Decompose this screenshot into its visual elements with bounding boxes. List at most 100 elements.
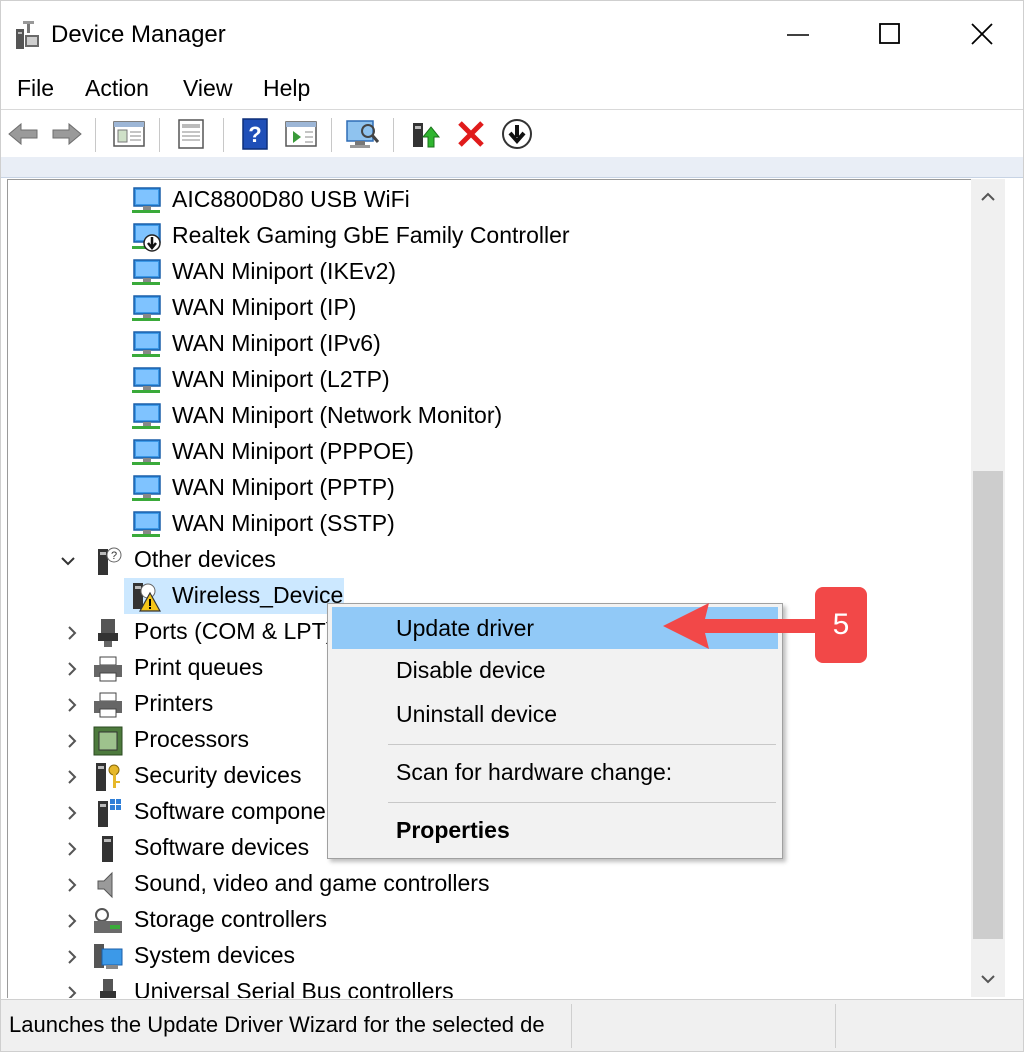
chevron-right-icon[interactable] [62, 729, 82, 753]
printer-icon [94, 692, 122, 718]
tree-category-label: Software devices [134, 834, 310, 860]
tree-item-label: WAN Miniport (SSTP) [172, 510, 395, 536]
menu-separator [388, 802, 776, 803]
toolbar-separator [223, 118, 224, 152]
tree-item-label: WAN Miniport (L2TP) [172, 366, 390, 392]
chevron-right-icon[interactable] [62, 621, 82, 645]
menu-item-label: Uninstall device [396, 701, 558, 727]
close-icon [971, 23, 993, 45]
tree-item-label: Realtek Gaming GbE Family Controller [172, 222, 570, 248]
status-divider [835, 1004, 836, 1048]
minimize-icon [787, 34, 809, 36]
network-adapter-icon [132, 403, 161, 429]
tree-category-label: System devices [134, 942, 296, 968]
chevron-down-icon[interactable] [58, 549, 78, 573]
network-adapter-icon [132, 331, 161, 357]
security-key-icon [96, 763, 120, 791]
usb-icon [100, 979, 116, 998]
software-device-icon [102, 836, 113, 862]
unknown-device-icon: ? [98, 547, 122, 575]
status-text: Launches the Update Driver Wizard for th… [9, 1012, 545, 1037]
tree-item-label: WAN Miniport (IP) [172, 294, 357, 320]
maximize-button[interactable] [845, 1, 937, 67]
network-adapter-icon [132, 187, 161, 213]
network-adapter-icon [132, 439, 161, 465]
status-divider [571, 1004, 572, 1048]
tree-category-label: Security devices [134, 762, 302, 788]
close-button[interactable] [937, 1, 1023, 67]
toolbar-separator [393, 118, 394, 152]
device-manager-window: Device Manager File Action View Help ? A… [0, 0, 1024, 1052]
processor-icon [93, 726, 123, 756]
forward-icon[interactable] [49, 117, 85, 151]
title-bar[interactable]: Device Manager [1, 1, 1023, 67]
toolbar-separator [331, 118, 332, 152]
chevron-right-icon[interactable] [62, 945, 82, 969]
tree-category-label: Software compone [134, 798, 326, 824]
scroll-down-icon[interactable] [978, 969, 998, 989]
annotation-arrow-icon [663, 603, 817, 649]
tree-category-label: Processors [134, 726, 250, 752]
chevron-right-icon[interactable] [62, 765, 82, 789]
menu-item-label: Disable device [396, 657, 546, 683]
menu-action[interactable]: Action [85, 75, 149, 102]
chevron-right-icon[interactable] [62, 693, 82, 717]
uninstall-device-icon[interactable] [453, 117, 489, 151]
enable-device-icon[interactable] [499, 117, 535, 151]
menu-item-properties[interactable]: Properties [332, 809, 778, 851]
speaker-icon [97, 871, 113, 899]
show-hide-console-tree-icon[interactable] [111, 117, 147, 151]
tree-category-label: Other devices [134, 546, 276, 572]
tree-item-label: WAN Miniport (PPTP) [172, 474, 395, 500]
chevron-right-icon[interactable] [62, 873, 82, 897]
menu-help[interactable]: Help [263, 75, 310, 102]
device-manager-app-icon [16, 21, 39, 49]
scan-hardware-icon[interactable] [345, 117, 381, 151]
chevron-right-icon[interactable] [62, 909, 82, 933]
network-adapter-icon [132, 367, 161, 393]
tree-category-label: Printers [134, 690, 214, 716]
tree-item-label: WAN Miniport (IKEv2) [172, 258, 397, 284]
tree-category-label: Ports (COM & LPT) [134, 618, 334, 644]
menu-item-disable-device[interactable]: Disable device [332, 649, 778, 691]
scroll-up-icon[interactable] [978, 187, 998, 207]
storage-icon [94, 908, 122, 933]
update-driver-icon[interactable] [409, 117, 445, 151]
chevron-right-icon[interactable] [62, 657, 82, 681]
printer-icon [94, 656, 122, 682]
toolbar-separator [95, 118, 96, 152]
tree-item-label: AIC8800D80 USB WiFi [172, 186, 410, 212]
menu-view[interactable]: View [183, 75, 232, 102]
chevron-right-icon[interactable] [62, 801, 82, 825]
minimize-button[interactable] [753, 1, 845, 67]
tree-category-label: Sound, video and game controllers [134, 870, 490, 896]
port-icon [98, 619, 118, 647]
vertical-scrollbar[interactable] [971, 179, 1005, 997]
tree-item-label: WAN Miniport (Network Monitor) [172, 402, 503, 428]
chevron-right-icon[interactable] [62, 837, 82, 861]
network-adapter-download-icon [132, 223, 161, 252]
scrollbar-thumb[interactable] [973, 471, 1003, 939]
menu-file[interactable]: File [17, 75, 54, 102]
warning-device-icon [133, 583, 162, 612]
tree-category-label: Universal Serial Bus controllers [134, 978, 454, 998]
network-adapter-icon [132, 295, 161, 321]
tree-item-label: Wireless_Device [172, 582, 344, 608]
menu-item-uninstall-device[interactable]: Uninstall device [332, 693, 778, 735]
menu-item-scan-hardware-changes[interactable]: Scan for hardware change: [332, 751, 778, 793]
back-icon[interactable] [5, 117, 41, 151]
network-adapter-icon [132, 511, 161, 537]
tree-item-label: WAN Miniport (IPv6) [172, 330, 381, 356]
svg-text:?: ? [248, 122, 261, 147]
window-title: Device Manager [51, 21, 226, 48]
help-icon[interactable]: ? [237, 117, 273, 151]
properties-icon[interactable] [173, 117, 209, 151]
status-bar: Launches the Update Driver Wizard for th… [1, 999, 1023, 1051]
action-pane-icon[interactable] [283, 117, 319, 151]
chevron-right-icon[interactable] [62, 981, 82, 998]
menu-bar: File Action View Help [1, 71, 1023, 107]
software-component-icon [98, 799, 121, 827]
tree-item-label: WAN Miniport (PPPOE) [172, 438, 414, 464]
network-adapter-icon [132, 259, 161, 285]
toolbar: ? [1, 109, 1023, 158]
